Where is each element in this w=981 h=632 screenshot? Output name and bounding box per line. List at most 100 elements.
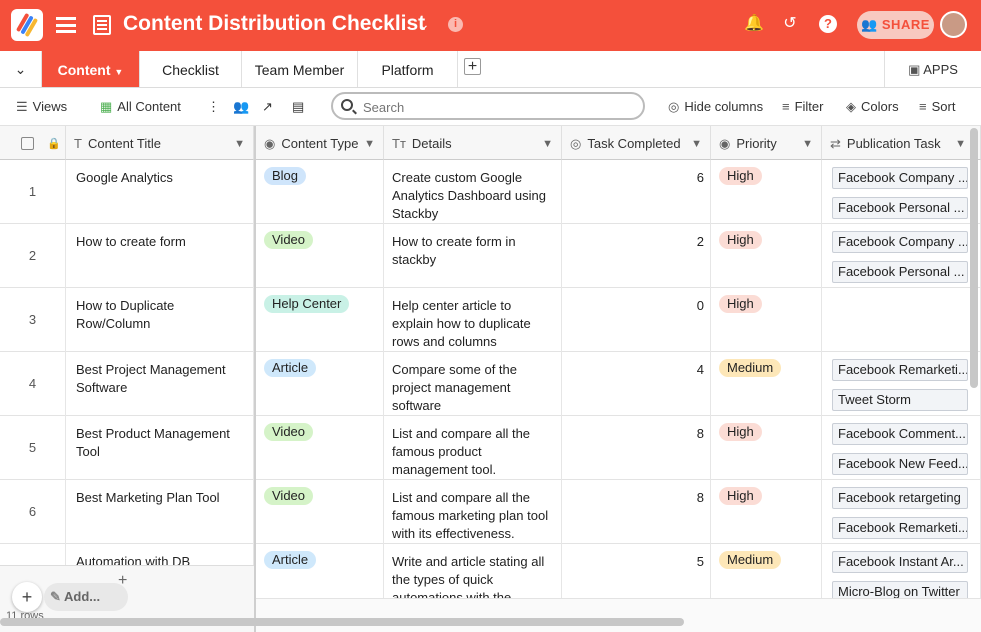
table-row[interactable]: 3 How to Duplicate Row/Column Help Center H…: [0, 288, 981, 352]
row-height-icon[interactable]: ▤: [292, 88, 304, 126]
tab-content[interactable]: Content ▼: [42, 51, 140, 87]
views-button[interactable]: ☰ Views: [16, 88, 67, 126]
cell-priority[interactable]: Medium: [711, 352, 822, 416]
cell-tasks[interactable]: 8: [562, 416, 711, 480]
add-multiple-icon[interactable]: +: [118, 572, 127, 590]
search-box[interactable]: [331, 92, 645, 120]
filter-button[interactable]: ≡ Filter: [782, 88, 823, 126]
cell-type[interactable]: Article: [256, 544, 384, 598]
table-row[interactable]: 2 How to create form Video How to create fo…: [0, 224, 981, 288]
vertical-scrollbar[interactable]: [970, 128, 978, 388]
cell-type[interactable]: Help Center: [256, 288, 384, 352]
cell-publication[interactable]: Facebook Comment... Facebook New Feed...: [822, 416, 981, 480]
sort-button[interactable]: ≡ Sort: [919, 88, 955, 126]
column-menu-icon[interactable]: ▼: [234, 126, 245, 162]
cell-type[interactable]: Video: [256, 224, 384, 288]
cell-tasks[interactable]: 8: [562, 480, 711, 544]
column-menu-icon[interactable]: ▼: [364, 126, 375, 162]
cell-type[interactable]: Video: [256, 480, 384, 544]
column-header-type[interactable]: ◉ Content Type ▼: [256, 126, 384, 160]
cell-priority[interactable]: High: [711, 288, 822, 352]
linked-record[interactable]: Micro-Blog on Twitter: [832, 581, 968, 598]
add-row-button[interactable]: +: [12, 582, 42, 612]
view-selector[interactable]: ▦ All Content: [100, 88, 181, 126]
cell-title[interactable]: How to create form: [66, 224, 254, 288]
table-row[interactable]: 4 Best Project Management Software Article…: [0, 352, 981, 416]
tab-checklist[interactable]: Checklist: [140, 51, 242, 87]
column-header-publication[interactable]: ⇄ Publication Task ▼: [822, 126, 981, 160]
cell-title[interactable]: Best Product Management Tool: [66, 416, 254, 480]
horizontal-scrollbar[interactable]: [0, 618, 684, 626]
cell-details[interactable]: Help center article to explain how to du…: [384, 288, 562, 352]
linked-record[interactable]: Facebook New Feed...: [832, 453, 968, 475]
cell-details[interactable]: Compare some of the project management s…: [384, 352, 562, 416]
linked-record[interactable]: Facebook Company ...: [832, 167, 968, 189]
hide-columns-button[interactable]: ◎ Hide columns: [668, 88, 763, 126]
tabs-dropdown-icon[interactable]: ⌄: [0, 51, 42, 87]
cell-publication[interactable]: Facebook Remarketi... Tweet Storm: [822, 352, 981, 416]
cell-title[interactable]: Best Marketing Plan Tool: [66, 480, 254, 544]
cell-tasks[interactable]: 5: [562, 544, 711, 598]
cell-tasks[interactable]: 0: [562, 288, 711, 352]
column-menu-icon[interactable]: ▼: [691, 126, 702, 162]
apps-button[interactable]: ▣ APPS: [884, 51, 981, 87]
cell-tasks[interactable]: 4: [562, 352, 711, 416]
cell-publication[interactable]: [822, 288, 981, 352]
cell-type[interactable]: Blog: [256, 160, 384, 224]
linked-record[interactable]: Facebook Remarketi...: [832, 359, 968, 381]
add-tab-button[interactable]: +: [464, 58, 481, 75]
page-title[interactable]: Content Distribution Checklist: [123, 12, 425, 36]
table-row[interactable]: 1 Google Analytics Blog Create custom Googl…: [0, 160, 981, 224]
linked-record[interactable]: Facebook Remarketi...: [832, 517, 968, 539]
cell-tasks[interactable]: 6: [562, 160, 711, 224]
colors-button[interactable]: ◈ Colors: [846, 88, 899, 126]
tab-platform[interactable]: Platform: [358, 51, 458, 87]
cell-details[interactable]: List and compare all the famous marketin…: [384, 480, 562, 544]
more-options-icon[interactable]: ⋮: [207, 88, 220, 126]
column-header-details[interactable]: Tт Details ▼: [384, 126, 562, 160]
chevron-down-icon[interactable]: ⌄: [418, 16, 430, 33]
cell-publication[interactable]: Facebook Instant Ar... Micro-Blog on Twit…: [822, 544, 981, 598]
column-header-priority[interactable]: ◉ Priority ▼: [711, 126, 822, 160]
table-row[interactable]: 6 Best Marketing Plan Tool Video List and c…: [0, 480, 981, 544]
tab-team-member[interactable]: Team Member: [242, 51, 358, 87]
bell-icon[interactable]: 🔔: [744, 14, 764, 34]
share-view-icon[interactable]: ↗: [262, 88, 273, 126]
info-icon[interactable]: i: [448, 17, 463, 32]
cell-publication[interactable]: Facebook Company ... Facebook Personal ..…: [822, 160, 981, 224]
menu-icon[interactable]: [56, 17, 76, 33]
help-icon[interactable]: ?: [819, 15, 837, 33]
cell-details[interactable]: Create custom Google Analytics Dashboard…: [384, 160, 562, 224]
cell-title[interactable]: How to Duplicate Row/Column: [66, 288, 254, 352]
column-header-title[interactable]: T Content Title ▼: [66, 126, 254, 160]
cell-details[interactable]: How to create form in stackby: [384, 224, 562, 288]
linked-record[interactable]: Facebook Personal ...: [832, 261, 968, 283]
linked-record[interactable]: Facebook Company ...: [832, 231, 968, 253]
column-header-tasks[interactable]: ◎ Task Completed ▼: [562, 126, 711, 160]
share-button[interactable]: 👥 SHARE: [857, 11, 934, 39]
linked-record[interactable]: Tweet Storm: [832, 389, 968, 411]
team-icon[interactable]: 👥: [233, 88, 249, 126]
cell-tasks[interactable]: 2: [562, 224, 711, 288]
linked-record[interactable]: Facebook Personal ...: [832, 197, 968, 219]
cell-details[interactable]: Write and article stating all the types …: [384, 544, 562, 598]
cell-priority[interactable]: High: [711, 480, 822, 544]
select-all-checkbox[interactable]: [21, 137, 34, 150]
linked-record[interactable]: Facebook retargeting: [832, 487, 968, 509]
table-row[interactable]: 5 Best Product Management Tool Video List a…: [0, 416, 981, 480]
cell-title[interactable]: Best Project Management Software: [66, 352, 254, 416]
cell-type[interactable]: Article: [256, 352, 384, 416]
cell-type[interactable]: Video: [256, 416, 384, 480]
linked-record[interactable]: Facebook Instant Ar...: [832, 551, 968, 573]
cell-publication[interactable]: Facebook Company ... Facebook Personal ..…: [822, 224, 981, 288]
cell-publication[interactable]: Facebook retargeting Facebook Remarketi..…: [822, 480, 981, 544]
stackby-logo[interactable]: [11, 9, 43, 41]
column-menu-icon[interactable]: ▼: [802, 126, 813, 162]
add-with-form-button[interactable]: ✎ Add...: [44, 583, 128, 611]
avatar[interactable]: [940, 11, 967, 38]
column-menu-icon[interactable]: ▼: [542, 126, 553, 162]
linked-record[interactable]: Facebook Comment...: [832, 423, 968, 445]
cell-details[interactable]: List and compare all the famous product …: [384, 416, 562, 480]
cell-priority[interactable]: High: [711, 160, 822, 224]
cell-priority[interactable]: High: [711, 416, 822, 480]
